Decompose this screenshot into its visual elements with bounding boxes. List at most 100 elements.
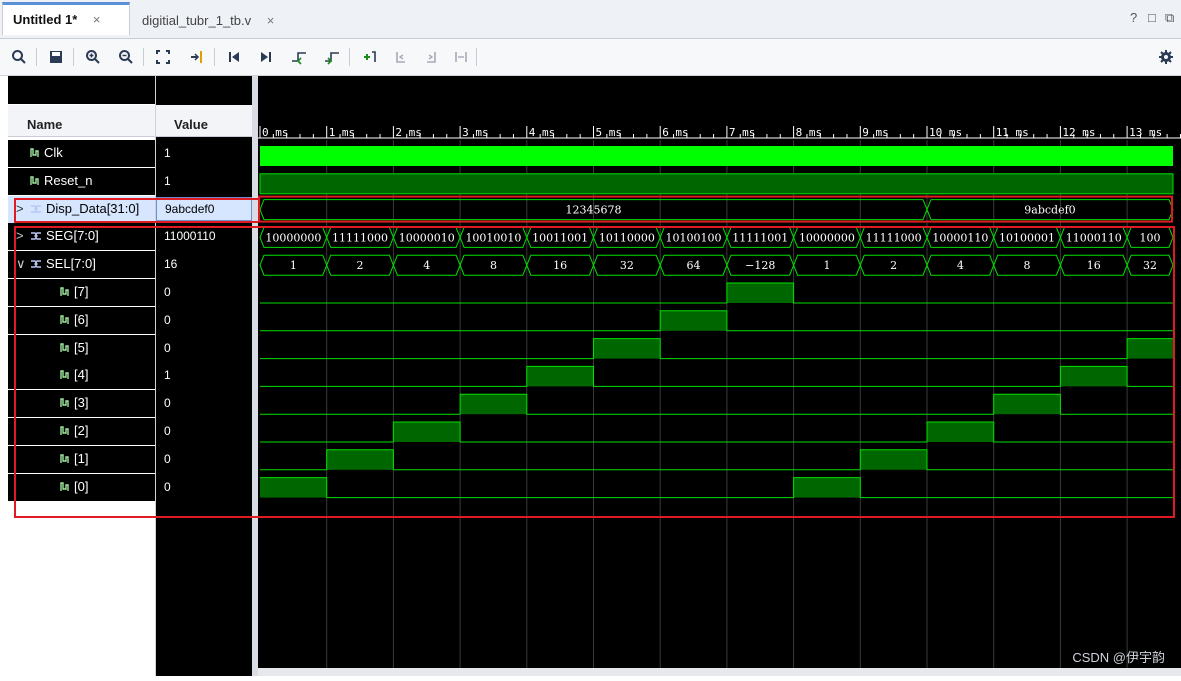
signal-name-7[interactable]: [7] xyxy=(60,279,88,305)
time-axis-label: 10 ms xyxy=(929,126,962,139)
zoom-fit-icon[interactable] xyxy=(152,46,174,68)
signal-value[interactable]: 0 xyxy=(156,307,252,333)
signal-name-label: [5] xyxy=(74,339,89,355)
sel-value-label: 16 xyxy=(1087,259,1101,272)
search-icon[interactable] xyxy=(8,46,30,68)
time-axis-label: 5 ms xyxy=(596,126,623,139)
signal-name-label: [6] xyxy=(74,311,89,327)
zoom-in-icon[interactable] xyxy=(82,46,104,68)
signal-name-1[interactable]: [1] xyxy=(60,446,88,472)
sel-value-label: 2 xyxy=(890,259,897,272)
sel-bit-high-fill xyxy=(326,449,394,470)
collapse-chevron-icon[interactable]: ∨ xyxy=(16,251,30,277)
close-icon[interactable]: × xyxy=(93,12,101,27)
time-axis-label: 9 ms xyxy=(862,126,889,139)
signal-name-6[interactable]: [6] xyxy=(60,307,88,333)
go-to-start-icon[interactable] xyxy=(223,46,245,68)
bus-signal-icon xyxy=(30,228,46,243)
signal-value[interactable]: 1 xyxy=(156,168,252,194)
float-icon[interactable]: ⧉ xyxy=(1165,10,1174,26)
time-axis-label: 6 ms xyxy=(662,126,689,139)
signal-value[interactable]: 16 xyxy=(156,251,252,277)
disp-data-value-label: 9abcdef0 xyxy=(1024,204,1075,217)
add-marker-icon[interactable] xyxy=(358,46,380,68)
tab-digitial-tubr-1-tb[interactable]: digitial_tubr_1_tb.v × xyxy=(136,5,274,37)
go-to-cursor-icon[interactable] xyxy=(186,46,208,68)
signal-value[interactable]: 0 xyxy=(156,474,252,500)
previous-marker-icon[interactable] xyxy=(390,46,412,68)
waveform-view[interactable]: 0 ms 1 ms 2 ms 3 ms 4 ms 5 ms 6 ms 7 ms 8 ms 9 ms… xyxy=(258,76,1181,676)
restore-icon[interactable]: □ xyxy=(1148,10,1156,25)
wire-signal-icon xyxy=(60,451,74,466)
previous-transition-icon[interactable] xyxy=(288,46,310,68)
seg-value-label: 10011001 xyxy=(532,231,588,244)
wire-signal-icon xyxy=(60,284,74,299)
seg-value-label: 100 xyxy=(1140,231,1161,244)
sel-value-label: 8 xyxy=(490,259,497,272)
save-icon[interactable] xyxy=(45,46,67,68)
go-to-end-icon[interactable] xyxy=(255,46,277,68)
signal-value[interactable]: 0 xyxy=(156,390,252,416)
seg-value-label: 10100001 xyxy=(999,231,1055,244)
signal-name-label: [0] xyxy=(74,478,89,494)
seg-value-label: 10000000 xyxy=(265,231,321,244)
time-axis-label: 1 ms xyxy=(329,126,356,139)
seg-value-label: 11000110 xyxy=(1066,231,1122,244)
signal-value[interactable]: 11000110 xyxy=(156,223,252,249)
tab-untitled-1[interactable]: Untitled 1* × xyxy=(2,2,130,35)
sel-value-label: 16 xyxy=(553,259,567,272)
next-marker-icon[interactable] xyxy=(420,46,442,68)
signal-value[interactable]: 0 xyxy=(156,418,252,444)
sel-value-label: 32 xyxy=(620,259,634,272)
expand-chevron-icon[interactable]: > xyxy=(16,223,30,249)
horizontal-scrollbar[interactable] xyxy=(258,668,1181,676)
signal-value[interactable]: 0 xyxy=(156,446,252,472)
watermark: CSDN @伊宇韵 xyxy=(1072,650,1165,665)
signal-name-reset-n[interactable]: Reset_n xyxy=(30,168,92,194)
next-transition-icon[interactable] xyxy=(321,46,343,68)
sel-bit-high-fill xyxy=(1127,338,1173,359)
sel-value-label: 1 xyxy=(823,259,830,272)
time-axis-label: 3 ms xyxy=(462,126,489,139)
signal-name-2[interactable]: [2] xyxy=(60,418,88,444)
value-column-header[interactable]: Value xyxy=(156,105,252,137)
time-axis-label: 2 ms xyxy=(395,126,422,139)
close-icon[interactable]: × xyxy=(267,13,275,28)
signal-value[interactable]: 0 xyxy=(156,279,252,305)
name-column-header[interactable]: Name xyxy=(8,105,155,137)
wire-signal-icon xyxy=(60,395,74,410)
signal-name-label: [2] xyxy=(74,423,89,438)
signal-name-0[interactable]: [0] xyxy=(60,474,88,500)
signal-value[interactable]: 1 xyxy=(156,362,252,388)
seg-value-label: 10010010 xyxy=(465,231,521,244)
signal-value[interactable]: 0 xyxy=(156,335,252,361)
signal-name-sel-7-0[interactable]: ∨ SEL[7:0] xyxy=(16,251,96,277)
sel-bit-high-fill xyxy=(460,394,527,415)
sel-value-label: 8 xyxy=(1024,259,1031,272)
signal-name-5[interactable]: [5] xyxy=(60,335,88,361)
time-axis-label: 13 ms xyxy=(1129,126,1162,139)
swap-cursors-icon[interactable] xyxy=(450,46,472,68)
waveform-canvas[interactable]: 0 ms 1 ms 2 ms 3 ms 4 ms 5 ms 6 ms 7 ms 8 ms 9 ms… xyxy=(258,76,1181,676)
time-axis-label: 11 ms xyxy=(996,126,1029,139)
sel-bit-1-wave xyxy=(260,449,1173,471)
settings-gear-icon[interactable] xyxy=(1155,46,1177,68)
wire-signal-icon xyxy=(60,479,74,494)
tab-label: digitial_tubr_1_tb.v xyxy=(142,13,252,28)
signal-name-clk[interactable]: Clk xyxy=(30,140,63,166)
bus-signal-icon xyxy=(30,256,46,271)
signal-name-4[interactable]: [4] xyxy=(60,362,88,388)
seg-value-label: 10000010 xyxy=(399,231,455,244)
sel-value-label: 4 xyxy=(423,259,430,272)
zoom-out-icon[interactable] xyxy=(115,46,137,68)
seg-value-label: 10100100 xyxy=(666,231,722,244)
signal-value[interactable]: 1 xyxy=(156,140,252,166)
sel-bit-high-fill xyxy=(393,422,461,442)
sel-value-label: −128 xyxy=(745,259,775,272)
signal-name-3[interactable]: [3] xyxy=(60,390,88,416)
sel-bit-5-wave xyxy=(260,338,1173,360)
signal-name-seg-7-0[interactable]: > SEG[7:0] xyxy=(16,223,99,249)
seg-value-label: 10110000 xyxy=(599,231,655,244)
seg-value-label: 11111000 xyxy=(866,231,922,244)
help-icon[interactable]: ? xyxy=(1130,10,1137,25)
